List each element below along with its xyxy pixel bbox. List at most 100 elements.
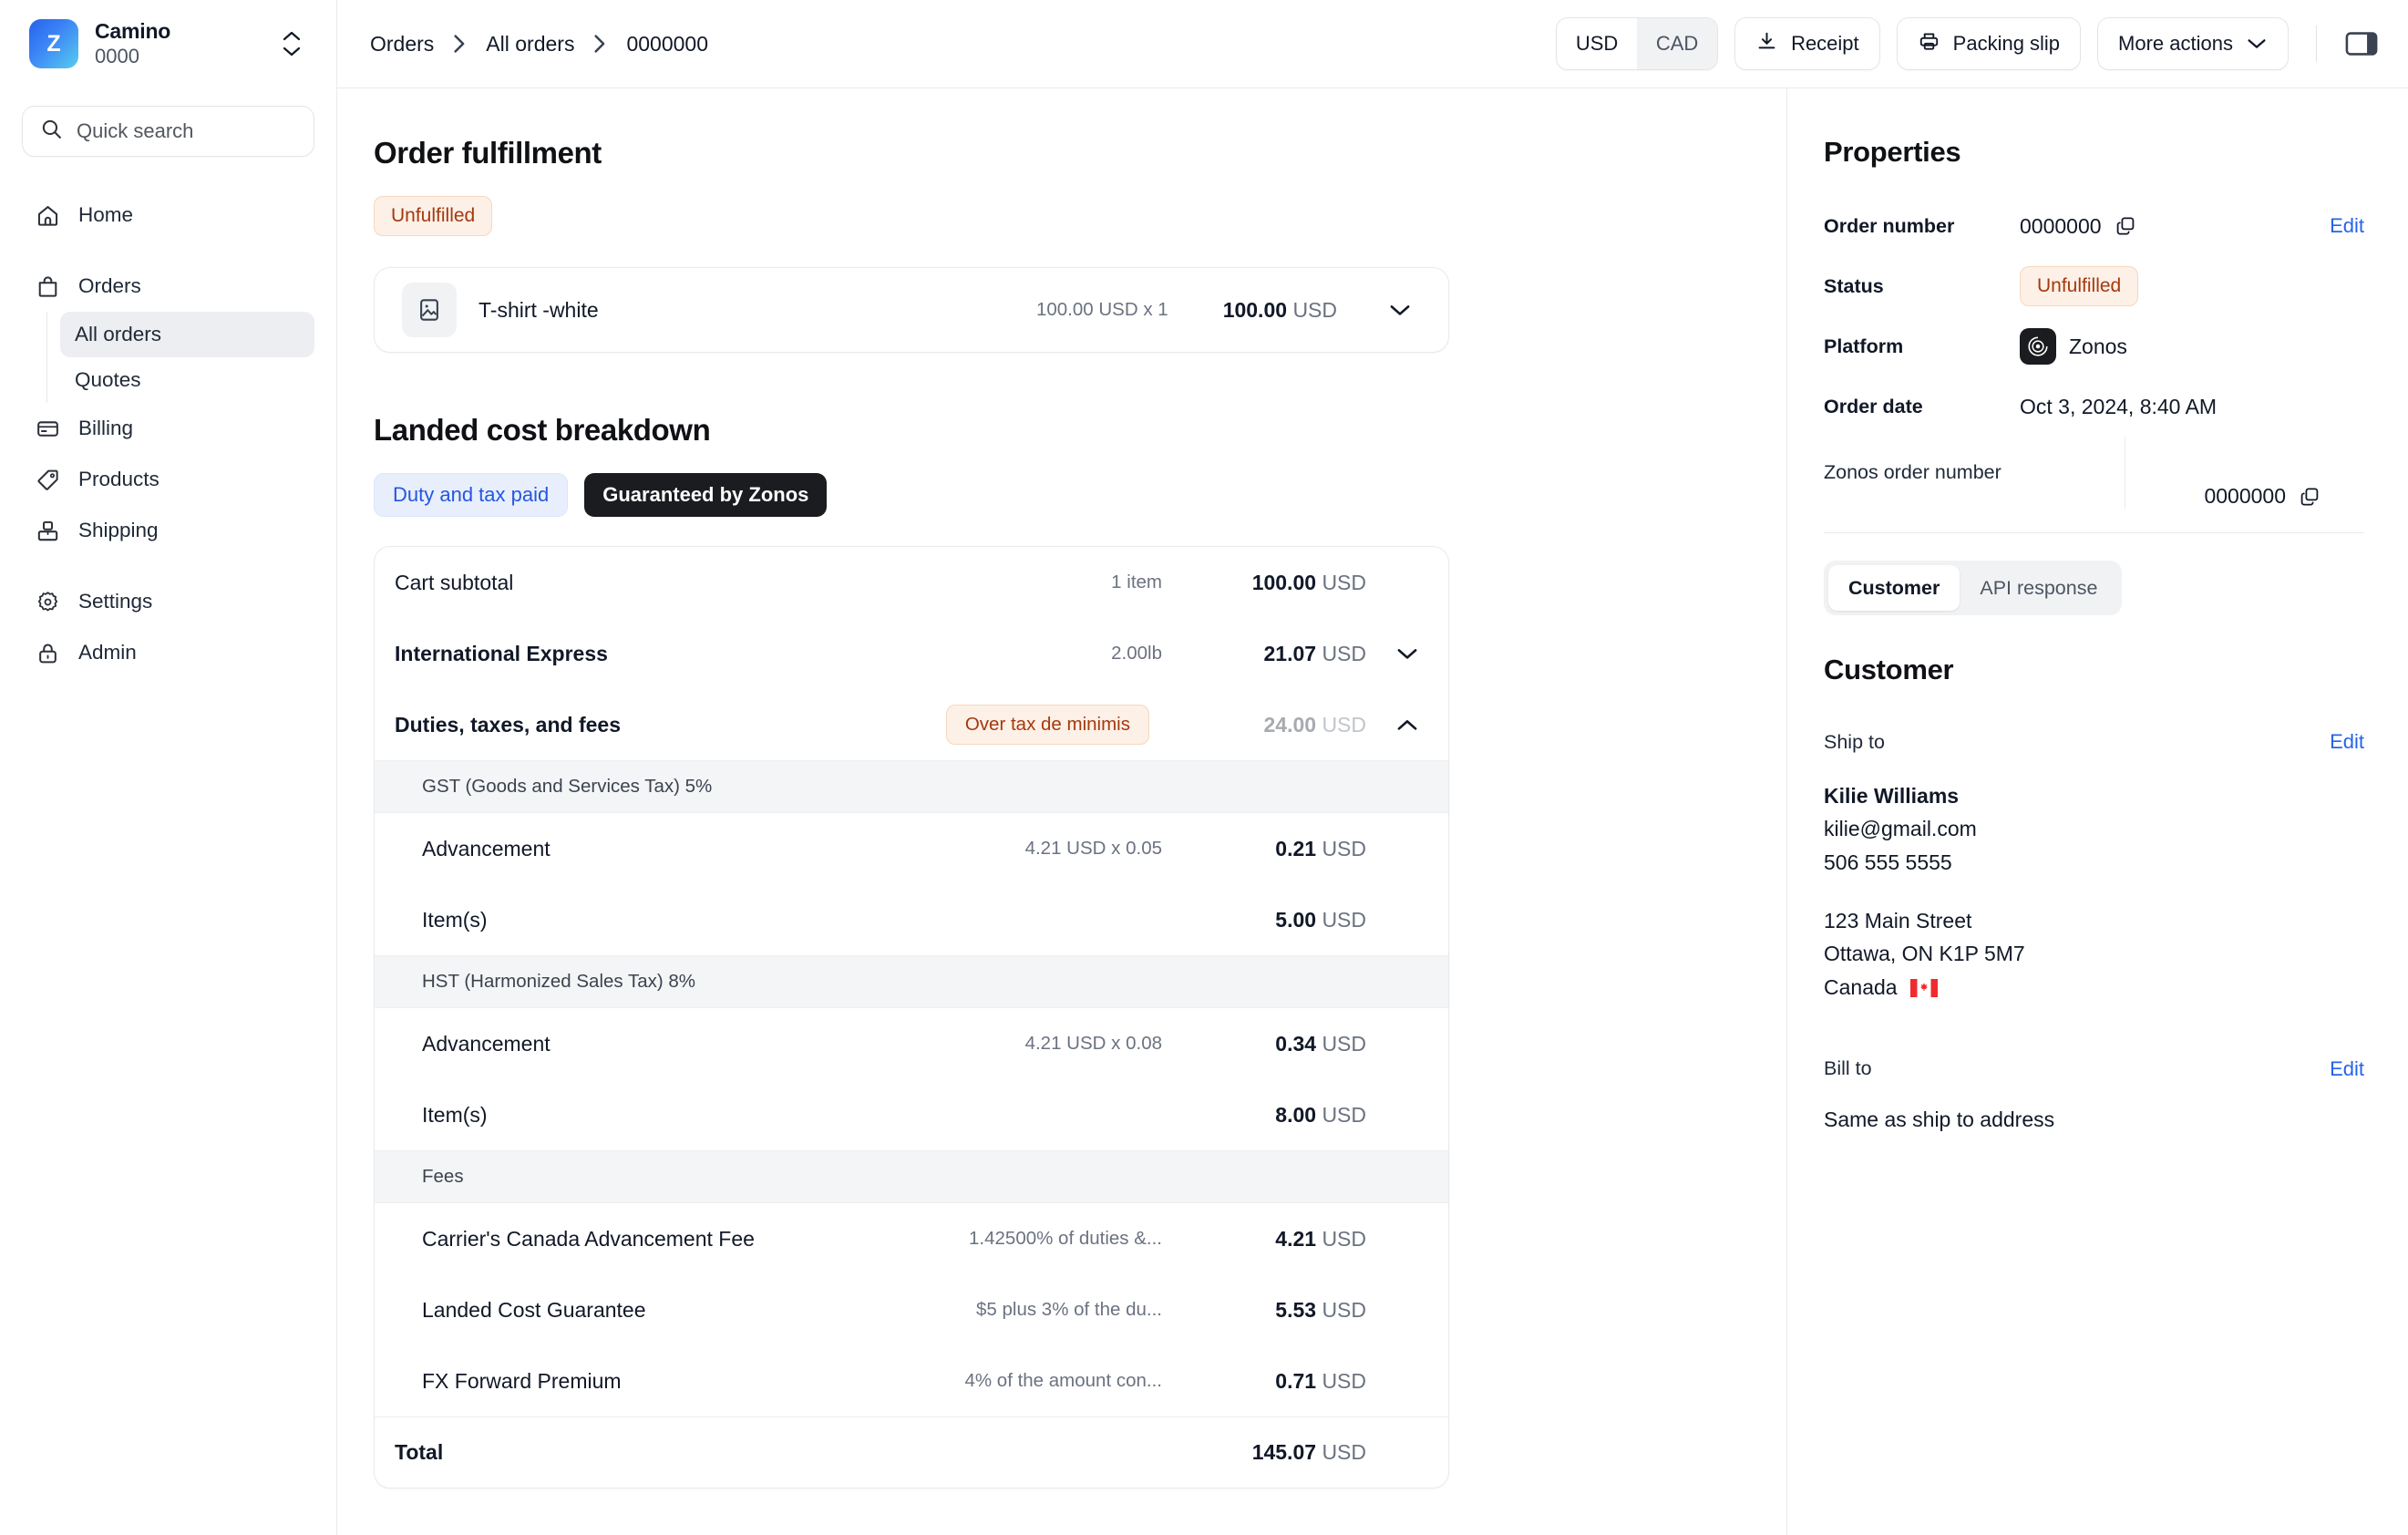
landed-cost-breakdown-table: Cart subtotal 1 item 100.00 USD Internat… (374, 546, 1449, 1489)
fulfillment-item-name: T-shirt -white (479, 297, 599, 322)
sidebar-subnav-orders: All orders Quotes (46, 312, 314, 403)
row-amount: 4.21 USD (1193, 1227, 1366, 1252)
row-amount-value: 100.00 (1251, 570, 1317, 594)
tag-duty-and-tax-paid[interactable]: Duty and tax paid (374, 473, 569, 517)
sidebar-item-orders[interactable]: Orders (22, 261, 314, 312)
row-amount-currency: USD (1322, 907, 1366, 932)
sidebar-item-all-orders[interactable]: All orders (60, 312, 314, 357)
workspace-switcher[interactable]: Z Camino 0000 (22, 0, 314, 88)
sidebar-item-label: Shipping (78, 519, 159, 541)
row-amount-value: 5.53 (1275, 1297, 1317, 1322)
panel-divider (1824, 532, 2364, 533)
copy-icon[interactable] (2299, 486, 2321, 508)
fulfillment-item-row[interactable]: T-shirt -white 100.00 USD x 1 100.00 USD (375, 268, 1448, 352)
chevron-up-down-icon[interactable] (276, 31, 307, 57)
properties-title: Properties (1824, 136, 1961, 168)
currency-option-cad[interactable]: CAD (1637, 18, 1718, 69)
sidebar-item-quotes[interactable]: Quotes (60, 357, 314, 403)
chevron-up-icon[interactable] (1386, 717, 1428, 732)
app-root: Z Camino 0000 Quick search Home Orders A… (0, 0, 2408, 1535)
search-input[interactable]: Quick search (22, 106, 314, 157)
sidebar-item-settings[interactable]: Settings (22, 576, 314, 627)
total-amount: 145.07 USD (1193, 1440, 1366, 1465)
chevron-down-icon[interactable] (1386, 646, 1428, 661)
tab-api-response[interactable]: API response (1960, 565, 2117, 611)
row-amount: 24.00 USD (1193, 713, 1366, 737)
row-amount: 8.00 USD (1193, 1103, 1366, 1128)
packing-slip-button[interactable]: Packing slip (1896, 17, 2082, 70)
chevron-down-icon (2246, 32, 2268, 56)
more-actions-button[interactable]: More actions (2097, 17, 2289, 70)
image-placeholder-icon (402, 283, 457, 337)
property-label: Order date (1824, 395, 1923, 417)
workspace-name: Camino (95, 19, 171, 44)
order-number-value: 0000000 (2020, 213, 2102, 238)
ship-to-header: Ship to Edit (1824, 730, 2364, 754)
breadcrumb-all-orders[interactable]: All orders (486, 32, 574, 57)
property-value: 0000000 (2125, 437, 2364, 509)
row-amount-value: 8.00 (1275, 1102, 1317, 1127)
row-amount: 0.71 USD (1193, 1369, 1366, 1394)
row-detail: 4.21 USD x 0.08 (1024, 1033, 1162, 1054)
currency-option-usd[interactable]: USD (1557, 18, 1637, 69)
row-detail: 4.21 USD x 0.05 (1024, 838, 1162, 859)
row-amount-value: 0.21 (1275, 836, 1317, 860)
customer-phone: 506 555 5555 (1824, 850, 1952, 874)
tab-customer[interactable]: Customer (1828, 565, 1960, 611)
row-amount: 5.53 USD (1193, 1298, 1366, 1323)
sidebar-subitem-label: All orders (75, 323, 162, 345)
currency-toggle[interactable]: USD CAD (1556, 17, 1719, 70)
sidebar-item-label: Billing (78, 417, 134, 439)
chevron-right-icon (452, 33, 468, 55)
edit-bill-to-link[interactable]: Edit (2330, 1057, 2364, 1081)
sidebar-item-shipping[interactable]: Shipping (22, 505, 314, 556)
bill-to-header: Bill to Edit (1824, 1057, 2364, 1081)
sidebar-panel-icon[interactable] (2344, 30, 2379, 57)
chevron-down-icon[interactable] (1379, 303, 1421, 317)
property-label: Zonos order number (1824, 461, 2002, 483)
content-area: Orders All orders 0000000 USD CAD Receip… (337, 0, 2408, 1535)
sidebar-item-label: Orders (78, 274, 141, 297)
row-detail: 4% of the amount con... (964, 1370, 1162, 1391)
row-label: Landed Cost Guarantee (422, 1297, 646, 1322)
body-row: Order fulfillment Unfulfilled T-shirt -w… (337, 88, 2408, 1535)
row-label: Item(s) (422, 1102, 488, 1127)
tag-guaranteed-by-zonos[interactable]: Guaranteed by Zonos (584, 473, 828, 517)
row-label: Item(s) (422, 907, 488, 932)
canada-flag-icon (1909, 974, 1938, 1006)
address-country: Canada (1824, 974, 1898, 999)
table-row[interactable]: Duties, taxes, and fees Over tax de mini… (375, 689, 1448, 760)
table-row: Cart subtotal 1 item 100.00 USD (375, 547, 1448, 618)
row-amount-value: 21.07 (1263, 641, 1317, 665)
sidebar-item-home[interactable]: Home (22, 190, 314, 241)
breadcrumb-orders[interactable]: Orders (370, 32, 434, 57)
table-row: FX Forward Premium 4% of the amount con.… (375, 1345, 1448, 1417)
row-amount: 0.21 USD (1193, 837, 1366, 861)
table-row[interactable]: International Express 2.00lb 21.07 USD (375, 618, 1448, 689)
group-header-label: Fees (422, 1166, 464, 1187)
receipt-button[interactable]: Receipt (1734, 17, 1880, 70)
sidebar-item-label: Admin (78, 641, 137, 664)
sidebar-item-admin[interactable]: Admin (22, 627, 314, 678)
property-label: Order number (1824, 214, 1955, 237)
edit-ship-to-link[interactable]: Edit (2330, 730, 2364, 754)
edit-order-number-link[interactable]: Edit (2330, 214, 2364, 238)
address-spacer (1824, 879, 2364, 904)
printer-icon (1918, 30, 1940, 58)
sidebar-item-billing[interactable]: Billing (22, 403, 314, 454)
status-badge: Unfulfilled (374, 196, 493, 236)
row-amount: 21.07 USD (1193, 642, 1366, 666)
properties-panel: Properties Order number 0000000 Edit Sta… (1786, 88, 2408, 1535)
copy-icon[interactable] (2115, 215, 2136, 237)
breadcrumb: Orders All orders 0000000 (370, 32, 1539, 57)
property-order-date: Order date Oct 3, 2024, 8:40 AM (1824, 376, 2364, 437)
total-amount-value: 145.07 (1251, 1440, 1317, 1464)
property-value: Zonos (2020, 328, 2364, 365)
row-amount-currency: USD (1322, 836, 1366, 860)
sidebar-item-products[interactable]: Products (22, 454, 314, 505)
toolbar-divider (2316, 26, 2317, 62)
property-value: Oct 3, 2024, 8:40 AM (2020, 395, 2364, 419)
sidebar-item-label: Settings (78, 590, 153, 613)
row-detail: 1 item (1111, 572, 1162, 592)
row-amount-currency: USD (1322, 1297, 1366, 1322)
